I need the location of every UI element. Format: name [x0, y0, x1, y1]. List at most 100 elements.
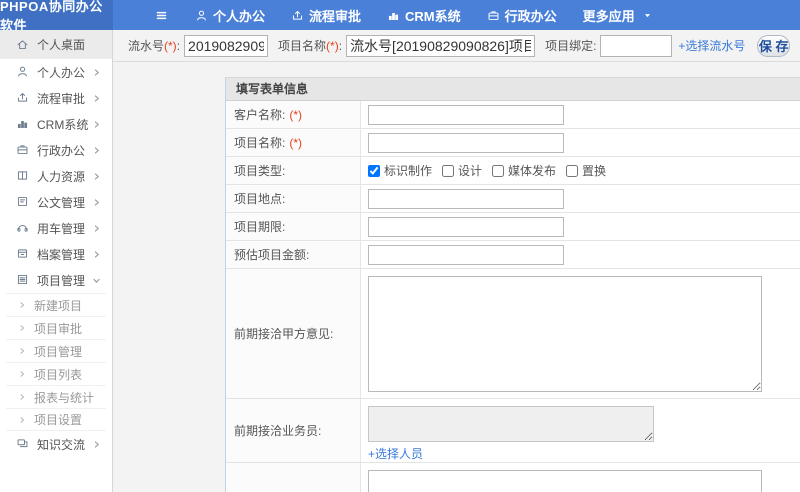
briefcase-icon [487, 9, 500, 22]
sidebar-submenu: 新建项目项目审批项目管理项目列表报表与统计 项目设置 [0, 293, 112, 431]
text-input[interactable] [368, 188, 564, 209]
form-area: 填写表单信息 客户名称: (*) 项目名称: (*) 项目类型: 标识制作 设计 媒体发布 置换… [113, 62, 800, 492]
sidebar-subitem-label: 项目列表 [34, 367, 83, 382]
sidebar-subitem[interactable]: 项目设置 [6, 408, 106, 431]
sidebar-item-label: 档案管理 [37, 247, 86, 262]
field-value-cell: 标识制作 设计 媒体发布 置换 [361, 157, 800, 184]
top-nav-item[interactable]: 流程审批 [278, 6, 374, 25]
form-section-title: 填写表单信息 [226, 78, 800, 101]
text-input[interactable] [368, 216, 564, 237]
sidebar-item[interactable]: 人力资源 [0, 163, 112, 189]
top-nav: 个人办公 流程审批 CRM系统 行政办公 更多应用 [113, 0, 800, 30]
field-label-text: 项目期限: [234, 220, 286, 234]
text-input[interactable] [368, 132, 564, 153]
field-label-text: 项目类型: [234, 164, 286, 178]
sidebar-item[interactable]: 个人办公 [0, 59, 112, 85]
select-serial-link[interactable]: +选择流水号 [678, 37, 745, 54]
form-row: 项目名称: (*) [226, 129, 800, 157]
briefcase-icon [16, 143, 30, 157]
top-nav-label: 个人办公 [213, 8, 266, 24]
checkbox[interactable] [492, 164, 505, 177]
field-label-text: 预估项目金额: [234, 248, 310, 262]
checkbox-label: 设计 [458, 164, 483, 178]
serial-input[interactable] [184, 34, 269, 57]
project-bind-input[interactable] [600, 34, 673, 57]
subitem-chevron-icon [18, 301, 26, 309]
top-nav-item[interactable]: 个人办公 [182, 6, 278, 25]
sidebar-subitem-label: 项目审批 [34, 321, 83, 336]
field-value-cell [361, 269, 800, 398]
sidebar-item-label: 项目管理 [37, 273, 86, 288]
field-label: 项目类型: [226, 157, 361, 184]
content-area: 流水号(*): 项目名称(*): 项目绑定: +选择流水号 保 存 填写表单信息… [113, 30, 800, 492]
text-input[interactable] [368, 104, 564, 125]
readonly-textarea[interactable] [368, 406, 654, 442]
save-button[interactable]: 保 存 [757, 34, 790, 57]
sidebar-item[interactable]: 项目管理 [0, 267, 112, 293]
list-icon [16, 273, 30, 287]
checkbox[interactable] [368, 164, 380, 177]
checkbox-option[interactable]: 媒体发布 [492, 162, 556, 179]
textarea[interactable] [368, 470, 762, 492]
field-label-text: 项目地点: [234, 192, 286, 206]
top-nav-item[interactable]: 更多应用 [570, 6, 665, 25]
field-label-text: 客户名称: [234, 108, 286, 122]
hamburger-menu-icon[interactable] [155, 9, 168, 22]
doc-icon [16, 195, 30, 209]
chevron-right-icon [92, 146, 101, 155]
form-row: 客户名称: (*) [226, 101, 800, 129]
serial-label: 流水号(*): [128, 39, 181, 53]
checkbox-label: 置换 [582, 164, 607, 178]
sidebar-item-label: CRM系统 [37, 117, 89, 132]
field-label: 项目地点: [226, 185, 361, 212]
field-value-cell [361, 129, 800, 156]
sidebar-subitem[interactable]: 新建项目 [6, 293, 106, 316]
sidebar-subitem[interactable]: 项目管理 [6, 339, 106, 362]
field-label: 前期接洽甲方意见: [226, 269, 361, 398]
checkbox-option[interactable]: 设计 [442, 162, 482, 179]
chevron-down-icon [92, 276, 101, 285]
top-nav-item[interactable]: CRM系统 [374, 6, 474, 25]
project-name-label: 项目名称(*): [278, 39, 343, 53]
select-person-link[interactable]: +选择人员 [368, 445, 423, 462]
chevron-right-icon [92, 224, 101, 233]
checkbox-option[interactable]: 置换 [566, 162, 606, 179]
sidebar-subitem[interactable]: 报表与统计 [6, 385, 106, 408]
archive-icon [16, 247, 30, 261]
top-nav-item[interactable]: 行政办公 [474, 6, 570, 25]
checkbox[interactable] [566, 164, 579, 177]
chevron-right-icon [92, 68, 101, 77]
chart-icon [387, 9, 400, 22]
sidebar-subitem[interactable]: 项目审批 [6, 316, 106, 339]
sidebar-item[interactable]: 个人桌面 [0, 30, 112, 59]
field-label [226, 463, 361, 492]
sidebar-item[interactable]: CRM系统 [0, 111, 112, 137]
subitem-chevron-icon [18, 416, 26, 424]
caret-down-icon [643, 11, 652, 20]
checkbox[interactable] [442, 164, 455, 177]
project-name-input[interactable] [346, 34, 536, 57]
sidebar-item[interactable]: 行政办公 [0, 137, 112, 163]
textarea[interactable] [368, 276, 762, 392]
sidebar-item[interactable]: 公文管理 [0, 189, 112, 215]
sidebar-item-label: 用车管理 [37, 221, 86, 236]
form-row: 前期接洽业务员: +选择人员 [226, 399, 800, 463]
sidebar-item[interactable]: 知识交流 [0, 431, 112, 457]
field-value-cell [361, 101, 800, 128]
checkbox-option[interactable]: 标识制作 [368, 162, 432, 179]
sidebar-item[interactable]: 档案管理 [0, 241, 112, 267]
project-bind-label: 项目绑定: [545, 39, 597, 53]
sidebar-item[interactable]: 流程审批 [0, 85, 112, 111]
form-row: 预估项目金额: [226, 241, 800, 269]
chevron-right-icon [92, 250, 101, 259]
chat-icon [16, 437, 30, 451]
chart-icon [16, 117, 30, 131]
checkbox-group: 标识制作 设计 媒体发布 置换 [368, 162, 616, 179]
text-input[interactable] [368, 244, 564, 265]
sidebar-item[interactable]: 用车管理 [0, 215, 112, 241]
subitem-chevron-icon [18, 393, 26, 401]
sidebar-item-label: 个人办公 [37, 65, 86, 80]
subitem-chevron-icon [18, 324, 26, 332]
top-header: PHPOA协同办公软件 个人办公 流程审批 CRM系统 行政办公 更多应用 [0, 0, 800, 33]
sidebar-subitem[interactable]: 项目列表 [6, 362, 106, 385]
